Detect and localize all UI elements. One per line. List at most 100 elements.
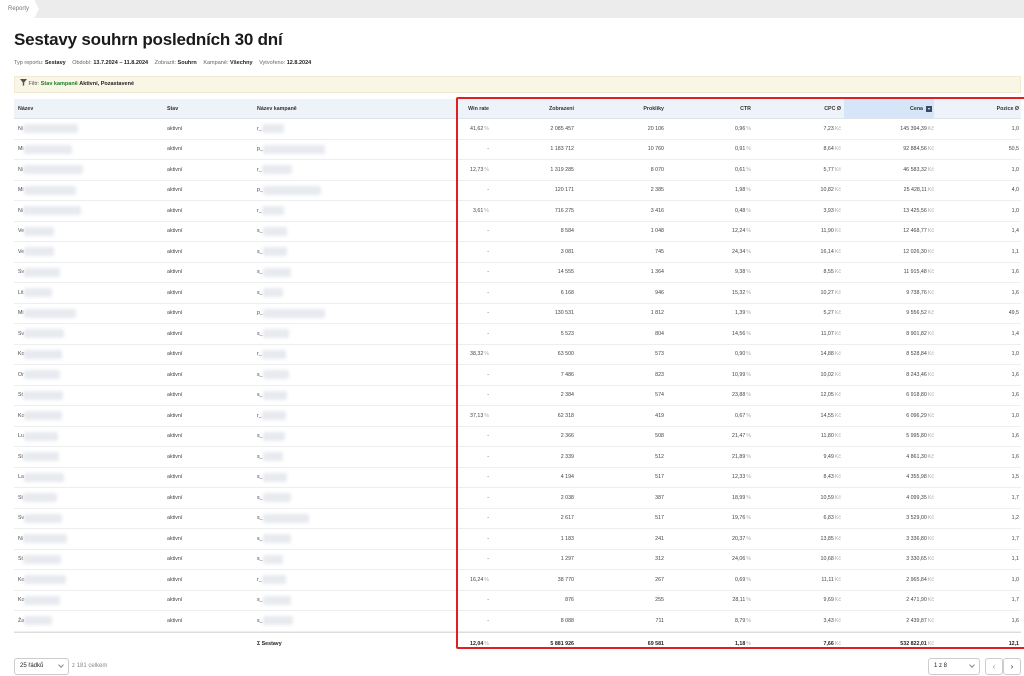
table-row[interactable]: Ko aktivní r_ 37,13% 62 318 419 0,67% 14,55 Kč 6 … (14, 406, 1021, 427)
cell-prokliky: 255 (655, 597, 664, 604)
table-row[interactable]: Sv aktivní s_ - 5 523 804 14,56% 11,07 Kč 8 901,8… (14, 324, 1021, 345)
cell-pozice: 1,4 (1011, 330, 1019, 337)
table-row[interactable]: Ko aktivní s_ - 876 255 28,11% 9,69 Kč 2 471,90 Kč… (14, 591, 1021, 611)
col-zobrazeni[interactable]: Zobrazení (514, 99, 574, 118)
table-row[interactable]: Ni aktivní r_ 41,62% 2 085 457 20 106 0,96% 7,2… (14, 119, 1021, 140)
cell-pozice: 50,5 (1008, 146, 1019, 153)
cell-winrate: - (487, 556, 489, 563)
col-kampan[interactable]: Název kampaně (257, 99, 407, 118)
cell-ctr: 10,99% (732, 371, 751, 378)
rows-per-page-select[interactable]: 25 řádků (14, 658, 69, 675)
cell-prokliky: 823 (655, 371, 664, 378)
meta-value: 13.7.2024 – 11.8.2024 (93, 60, 149, 66)
table-row[interactable]: St aktivní s_ - 2 384 574 23,88% 12,05 Kč 6 918,8… (14, 386, 1021, 406)
cell-winrate: 12,73% (470, 166, 489, 173)
cell-nazev: Or (18, 365, 168, 385)
cell-ctr: 0,61% (734, 166, 751, 173)
table-row[interactable]: Ve aktivní s_ - 3 081 745 24,34% 16,14 Kč 12 026,… (14, 242, 1021, 263)
table-row[interactable]: Lu aktivní s_ - 2 366 508 21,47% 11,80 Kč 5 995,8… (14, 427, 1021, 447)
table-row[interactable]: Ni aktivní s_ - 1 183 241 20,37% 13,85 Kč 3 336,8… (14, 529, 1021, 550)
cell-cpc: 13,85 Kč (820, 535, 841, 542)
cell-kampan: s_ (257, 283, 407, 303)
breadcrumb[interactable]: Reporty (0, 0, 40, 18)
col-stav[interactable]: Stav (167, 99, 247, 118)
sort-desc-icon[interactable] (926, 105, 932, 112)
chevron-down-icon (58, 662, 64, 668)
col-ctr[interactable]: CTR (694, 99, 751, 118)
cell-ctr: 8,79% (734, 617, 751, 624)
cell-prokliky: 241 (655, 535, 664, 542)
cell-prokliky: 1 048 (650, 228, 664, 235)
table-row[interactable]: Sv aktivní s_ - 2 617 517 19,76% 6,83 Kč 3 529,00… (14, 509, 1021, 529)
cell-pozice: 1,6 (1011, 371, 1019, 378)
cell-zobrazeni: 3 081 (560, 248, 574, 255)
cell-pozice: 1,7 (1011, 597, 1019, 604)
total-label: Σ Sestavy (257, 641, 282, 647)
table-row[interactable]: St aktivní s_ - 2 038 387 18,99% 10,59 Kč 4 099,3… (14, 488, 1021, 509)
cell-pozice: 1,0 (1011, 576, 1019, 583)
col-cena[interactable]: Cena (844, 99, 934, 118)
cell-cpc: 11,90 Kč (820, 228, 841, 235)
cell-prokliky: 512 (655, 453, 664, 460)
cell-nazev: Lit (18, 283, 168, 303)
cell-kampan: s_ (257, 488, 407, 508)
col-cpc[interactable]: CPC Ø (784, 99, 841, 118)
cell-prokliky: 946 (655, 289, 664, 296)
table-row[interactable]: Ve aktivní s_ - 8 584 1 048 12,24% 11,90 Kč 12 46… (14, 222, 1021, 242)
page-title: Sestavy souhrn posledních 30 dní (14, 30, 283, 49)
table-row[interactable]: Ža aktivní s_ - 8 088 711 8,79% 3,43 Kč 2 439,87 K… (14, 611, 1021, 632)
table-row[interactable]: Sv aktivní s_ - 14 555 1 364 9,38% 8,55 Kč 11 915… (14, 263, 1021, 283)
cell-nazev: Ve (18, 222, 168, 242)
cell-stav: aktivní (167, 228, 183, 235)
cell-stav: aktivní (167, 351, 183, 358)
table-row[interactable]: Mi aktivní p_ - 130 531 1 812 1,39% 5,27 Kč 9 556… (14, 304, 1021, 324)
cell-stav: aktivní (167, 597, 183, 604)
table-row[interactable]: Or aktivní s_ - 7 486 823 10,99% 10,02 Kč 8 243,4… (14, 365, 1021, 386)
col-winrate[interactable]: Win rate (459, 99, 489, 118)
col-nazev[interactable]: Název (18, 99, 168, 118)
cell-stav: aktivní (167, 556, 183, 563)
filter-bar[interactable]: Filtr: Stav kampaně Aktivní, Pozastavené (14, 76, 1021, 93)
prev-page-button[interactable]: ‹ (985, 658, 1003, 675)
table-row[interactable]: Mi aktivní p_ - 120 171 2 385 1,98% 10,82 Kč 25 4… (14, 181, 1021, 201)
cell-winrate: - (487, 494, 489, 501)
cell-prokliky: 312 (655, 556, 664, 563)
cell-pozice: 1,6 (1011, 392, 1019, 399)
cell-prokliky: 517 (655, 515, 664, 522)
cell-cpc: 9,49 Kč (823, 453, 842, 460)
filter-icon (20, 79, 27, 86)
table-row[interactable]: La aktivní s_ - 4 194 517 12,33% 8,43 Kč 4 355,98… (14, 468, 1021, 488)
cell-winrate: - (487, 310, 489, 317)
cell-cena: 2 439,87 Kč (906, 617, 934, 624)
cell-nazev: Mi (18, 140, 168, 160)
table-row[interactable]: Ko aktivní r_ 38,32% 63 500 573 0,90% 14,88 Kč 8 … (14, 345, 1021, 365)
cell-kampan: s_ (257, 386, 407, 406)
cell-zobrazeni: 2 366 (560, 433, 574, 440)
next-page-button[interactable]: › (1003, 658, 1021, 675)
table-row[interactable]: St aktivní s_ - 1 297 312 24,06% 10,68 Kč 3 330,6… (14, 550, 1021, 570)
cell-ctr: 1,39% (734, 310, 751, 317)
cell-cena: 46 583,32 Kč (903, 166, 934, 173)
table-row[interactable]: Lit aktivní s_ - 6 168 946 15,32% 10,27 Kč 9 738,… (14, 283, 1021, 304)
table-row[interactable]: St aktivní s_ - 2 339 512 21,89% 9,49 Kč 4 861,30… (14, 447, 1021, 468)
table-row[interactable]: Ni aktivní r_ 12,73% 1 319 285 8 070 0,61% 5,77… (14, 160, 1021, 181)
cell-cpc: 11,07 Kč (820, 330, 841, 337)
cell-pozice: 1,1 (1011, 248, 1019, 255)
cell-winrate: - (487, 535, 489, 542)
cell-zobrazeni: 2 085 457 (550, 125, 574, 132)
meta-label: Vytvořeno: (259, 60, 286, 66)
table-row[interactable]: Mi aktivní p_ - 1 183 712 10 760 0,91% 8,64 Kč 92… (14, 140, 1021, 160)
cell-ctr: 0,91% (734, 146, 751, 153)
cell-winrate: - (487, 289, 489, 296)
cell-zobrazeni: 7 486 (560, 371, 574, 378)
page-select[interactable]: 1 z 8 (928, 658, 980, 675)
cell-ctr: 24,34% (732, 248, 751, 255)
table-row[interactable]: Ko aktivní r_ 16,24% 38 770 267 0,69% 11,11 Kč 2 … (14, 570, 1021, 591)
col-pozice[interactable]: Pozice Ø (964, 99, 1019, 118)
cell-cena: 9 556,52 Kč (906, 310, 934, 317)
filter-value: Aktivní, Pozastavené (79, 81, 135, 87)
col-prokliky[interactable]: Prokliky (604, 99, 664, 118)
table-row[interactable]: Ni aktivní r_ 3,61% 716 275 3 416 0,48% 3,93 Kč 1… (14, 201, 1021, 222)
cell-prokliky: 10 760 (647, 146, 664, 153)
cell-kampan: s_ (257, 529, 407, 549)
